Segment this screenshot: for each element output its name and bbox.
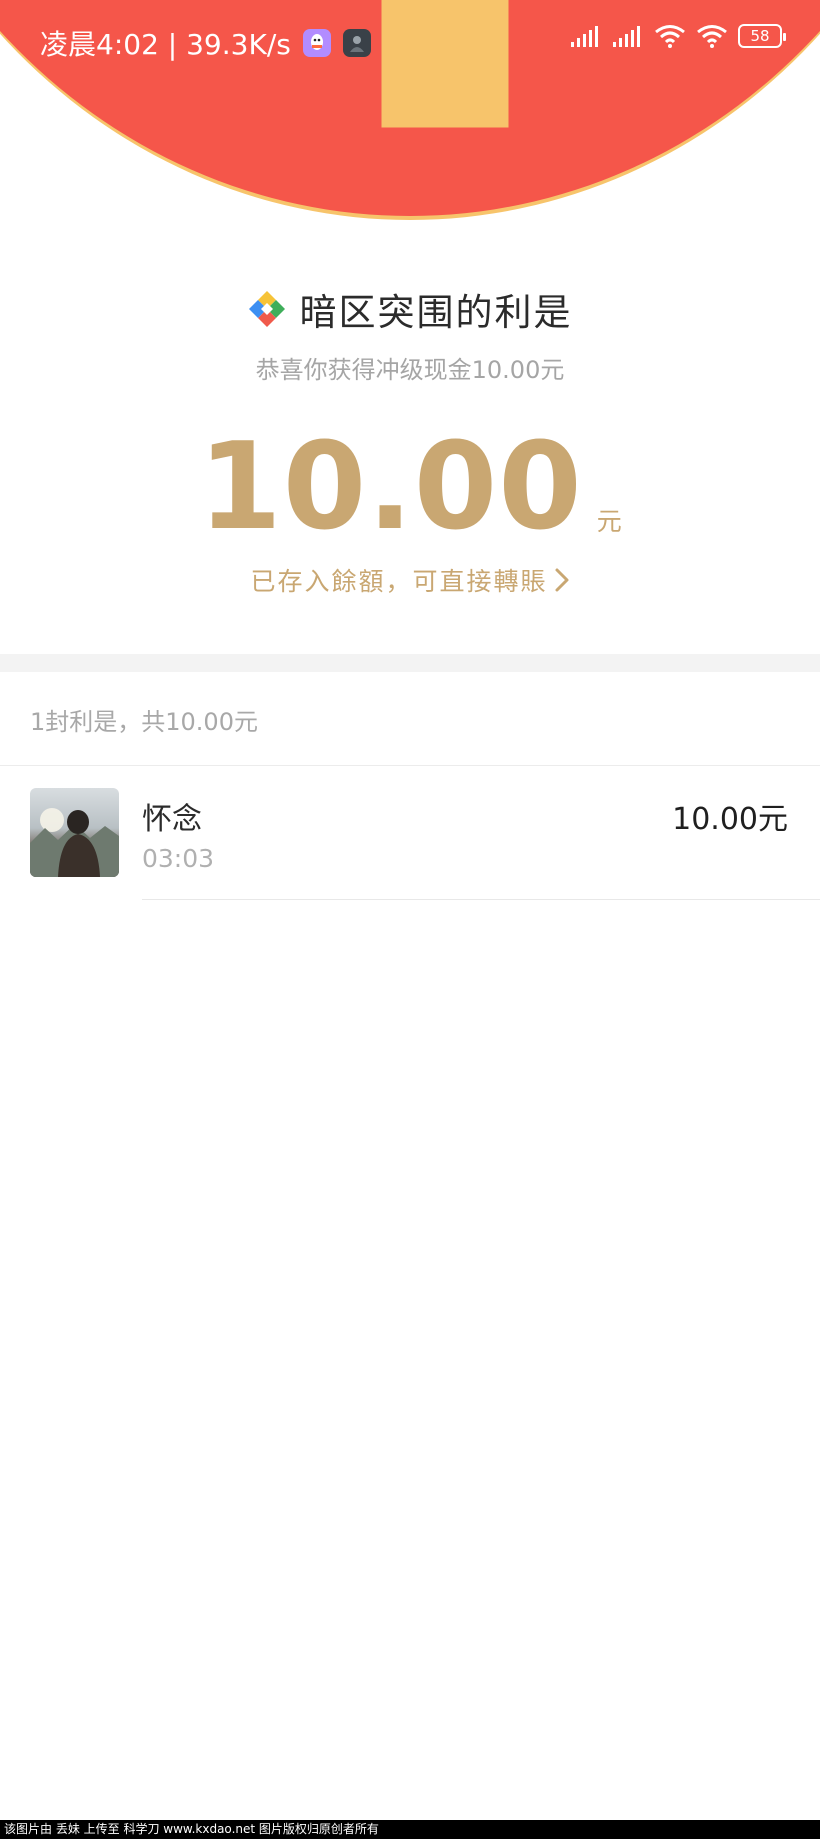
packet-summary: 1封利是，共10.00元 (30, 708, 258, 736)
avatar (30, 788, 119, 877)
more-dots-icon (766, 114, 774, 122)
balance-link[interactable]: 已存入餘額，可直接轉賬 (0, 562, 820, 598)
record-name: 怀念 (142, 802, 202, 837)
sender-logo-icon (248, 291, 285, 327)
record-amount: 10.00元 (672, 802, 788, 837)
more-dots-icon (753, 114, 761, 122)
balance-link-label: 已存入餘額，可直接轉賬 (250, 567, 548, 596)
chevron-left-icon (30, 100, 50, 136)
more-button[interactable] (748, 100, 792, 136)
more-dots-icon (779, 114, 787, 122)
packet-subtitle: 恭喜你获得冲级现金10.00元 (255, 356, 565, 384)
watermark-bar: 该图片由 丢妹 上传至 科学刀 www.kxdao.net 图片版权归原创者所有 (0, 1820, 820, 1839)
battery-icon: 58 (738, 24, 786, 48)
status-time-speed: 凌晨4:02 | 39.3K/s (40, 28, 291, 61)
received-amount: 10.00 (198, 418, 583, 557)
amount-row: 10.00 元 (0, 428, 820, 548)
game-avatar-icon (342, 29, 371, 57)
status-right: 58 (570, 24, 786, 48)
divider (142, 899, 820, 900)
back-button[interactable] (20, 96, 64, 140)
amount-unit: 元 (596, 507, 622, 536)
sender-name: 暗区突围的利是 (299, 291, 573, 334)
chevron-right-icon (555, 568, 568, 592)
battery-level: 58 (750, 27, 770, 45)
status-left: 凌晨4:02 | 39.3K/s (40, 23, 371, 63)
list-item[interactable]: 怀念 03:03 10.00元 (0, 766, 820, 900)
red-packet-detail-page: 凌晨4:02 | 39.3K/s 58 暗区突围的利是 恭喜你获得冲级现金10.… (0, 0, 820, 1839)
status-bar: 凌晨4:02 | 39.3K/s 58 (0, 0, 820, 82)
signal-icon (613, 26, 640, 47)
wifi-icon (655, 25, 685, 48)
record-time: 03:03 (142, 844, 215, 873)
sender-row: 暗区突围的利是 (0, 282, 820, 336)
section-divider (0, 654, 820, 672)
signal-icon (571, 26, 598, 47)
wifi-icon (697, 25, 727, 48)
qq-icon (302, 29, 331, 57)
